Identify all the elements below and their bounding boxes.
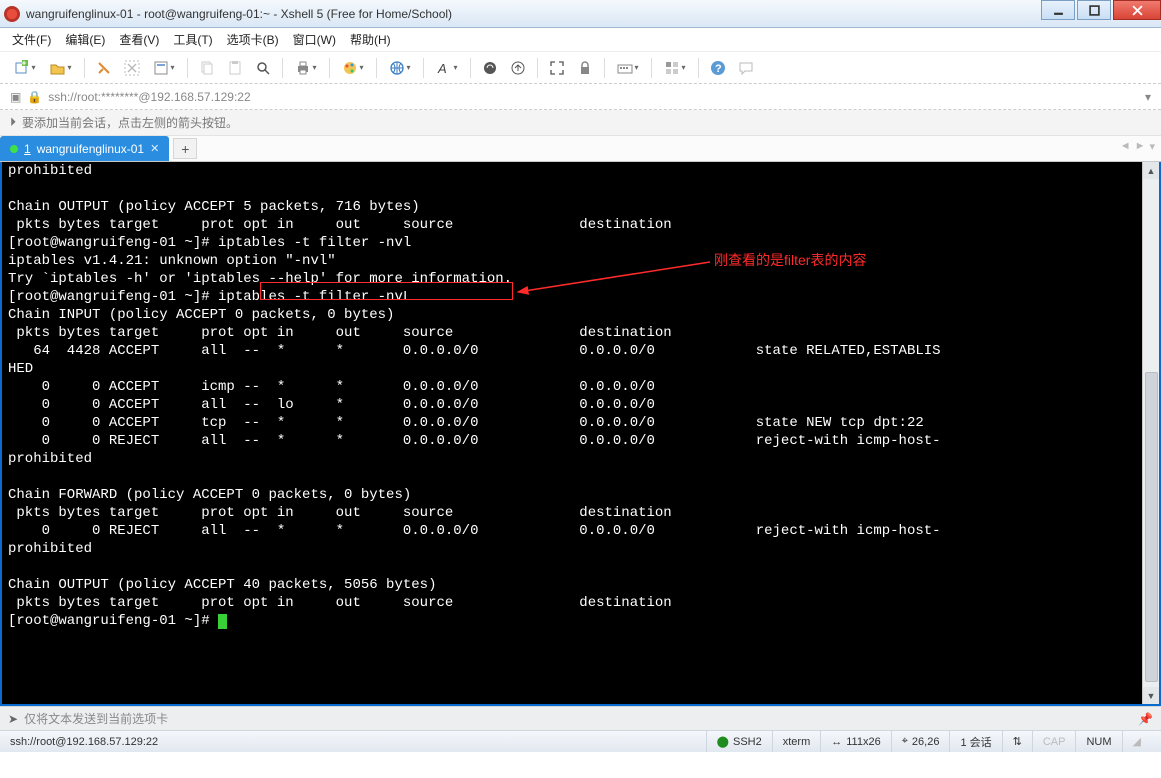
feedback-button[interactable]: [735, 57, 757, 79]
address-new-icon[interactable]: ▣: [10, 90, 21, 104]
scroll-up-icon[interactable]: ▲: [1143, 162, 1159, 179]
copy-button[interactable]: [196, 57, 218, 79]
tab-label: wangruifenglinux-01: [37, 142, 144, 156]
window-titlebar: wangruifenglinux-01 - root@wangruifeng-0…: [0, 0, 1161, 28]
menu-tabs[interactable]: 选项卡(B): [227, 31, 279, 48]
open-button[interactable]: ▾: [46, 57, 76, 79]
help-button[interactable]: ?: [707, 57, 729, 79]
toolbar: ▾ ▾ ▾ ▾ ▾ ▾ A▾ ▾ ▾ ?: [0, 52, 1161, 84]
menu-view[interactable]: 查看(V): [119, 31, 159, 48]
new-session-button[interactable]: ▾: [10, 57, 40, 79]
menu-bar: 文件(F) 编辑(E) 查看(V) 工具(T) 选项卡(B) 窗口(W) 帮助(…: [0, 28, 1161, 52]
status-connection: ssh://root@192.168.57.129:22: [10, 736, 706, 748]
terminal[interactable]: prohibited Chain OUTPUT (policy ACCEPT 5…: [2, 162, 1159, 704]
reconnect-button[interactable]: [93, 57, 115, 79]
encoding-button[interactable]: ▾: [385, 57, 415, 79]
compose-send-icon[interactable]: ➤: [8, 712, 18, 726]
menu-window[interactable]: 窗口(W): [293, 31, 336, 48]
scrollbar[interactable]: ▲ ▼: [1142, 162, 1159, 704]
status-arrows-icon: ⇅: [1013, 735, 1022, 748]
status-term: xterm: [772, 731, 821, 752]
status-session: 1 会话: [949, 731, 1001, 752]
disconnect-button[interactable]: [121, 57, 143, 79]
status-size-icon: ↔: [831, 736, 842, 748]
find-button[interactable]: [252, 57, 274, 79]
status-ssh: SSH2: [733, 736, 762, 748]
address-dropdown-icon[interactable]: ▾: [1145, 90, 1151, 104]
tab-index: 1: [24, 142, 31, 156]
xagent-button[interactable]: [479, 57, 501, 79]
address-bar: ▣ 🔒 ssh://root:********@192.168.57.129:2…: [0, 84, 1161, 110]
compose-bar: ➤ 仅将文本发送到当前选项卡 📌: [0, 706, 1161, 730]
cursor-icon: [218, 614, 227, 629]
hint-bar: ⏵ 要添加当前会话，点击左侧的箭头按钮。: [0, 110, 1161, 136]
tab-close-icon[interactable]: ✕: [150, 142, 159, 155]
hint-text: 要添加当前会话，点击左侧的箭头按钮。: [22, 114, 238, 131]
app-icon: [4, 6, 20, 22]
session-tab[interactable]: 1 wangruifenglinux-01 ✕: [0, 136, 169, 161]
status-cap: CAP: [1032, 731, 1076, 752]
color-scheme-button[interactable]: ▾: [338, 57, 368, 79]
scroll-thumb[interactable]: [1145, 372, 1158, 682]
status-link-icon: ⬤: [717, 735, 729, 748]
keyboard-button[interactable]: ▾: [613, 57, 643, 79]
svg-text:?: ?: [715, 63, 722, 75]
status-grip-icon[interactable]: ◢: [1122, 731, 1151, 752]
compose-pin-icon[interactable]: 📌: [1138, 712, 1153, 726]
print-button[interactable]: ▾: [291, 57, 321, 79]
status-num: NUM: [1075, 731, 1121, 752]
tab-strip: 1 wangruifenglinux-01 ✕ + ◄ ► ▾: [0, 136, 1161, 162]
minimize-button[interactable]: [1041, 0, 1075, 20]
hint-arrow-icon[interactable]: ⏵: [10, 115, 16, 130]
scroll-down-icon[interactable]: ▼: [1143, 687, 1159, 704]
lock-button[interactable]: [574, 57, 596, 79]
properties-button[interactable]: ▾: [149, 57, 179, 79]
terminal-panel: prohibited Chain OUTPUT (policy ACCEPT 5…: [0, 162, 1161, 706]
compose-placeholder[interactable]: 仅将文本发送到当前选项卡: [24, 710, 1132, 727]
paste-button[interactable]: [224, 57, 246, 79]
tab-list-icon[interactable]: ▾: [1149, 140, 1155, 153]
menu-help[interactable]: 帮助(H): [350, 31, 391, 48]
close-button[interactable]: [1113, 0, 1161, 20]
menu-file[interactable]: 文件(F): [12, 31, 51, 48]
xftp-button[interactable]: [507, 57, 529, 79]
menu-tools[interactable]: 工具(T): [173, 31, 212, 48]
status-bar: ssh://root@192.168.57.129:22 ⬤ SSH2 xterm…: [0, 730, 1161, 752]
maximize-button[interactable]: [1077, 0, 1111, 20]
fullscreen-button[interactable]: [546, 57, 568, 79]
tab-prev-icon[interactable]: ◄: [1120, 140, 1131, 153]
address-text[interactable]: ssh://root:********@192.168.57.129:22: [48, 90, 1139, 104]
menu-edit[interactable]: 编辑(E): [65, 31, 105, 48]
status-pos: 26,26: [912, 736, 940, 748]
status-pos-icon: ⌖: [902, 735, 908, 748]
status-size: 111x26: [846, 736, 880, 748]
tab-next-icon[interactable]: ►: [1135, 140, 1146, 153]
lock-icon: 🔒: [27, 90, 42, 104]
svg-text:A: A: [437, 61, 447, 76]
layout-button[interactable]: ▾: [660, 57, 690, 79]
add-tab-button[interactable]: +: [173, 138, 197, 159]
window-title: wangruifenglinux-01 - root@wangruifeng-0…: [26, 7, 452, 21]
status-dot-icon: [10, 145, 18, 153]
font-button[interactable]: A▾: [432, 57, 462, 79]
